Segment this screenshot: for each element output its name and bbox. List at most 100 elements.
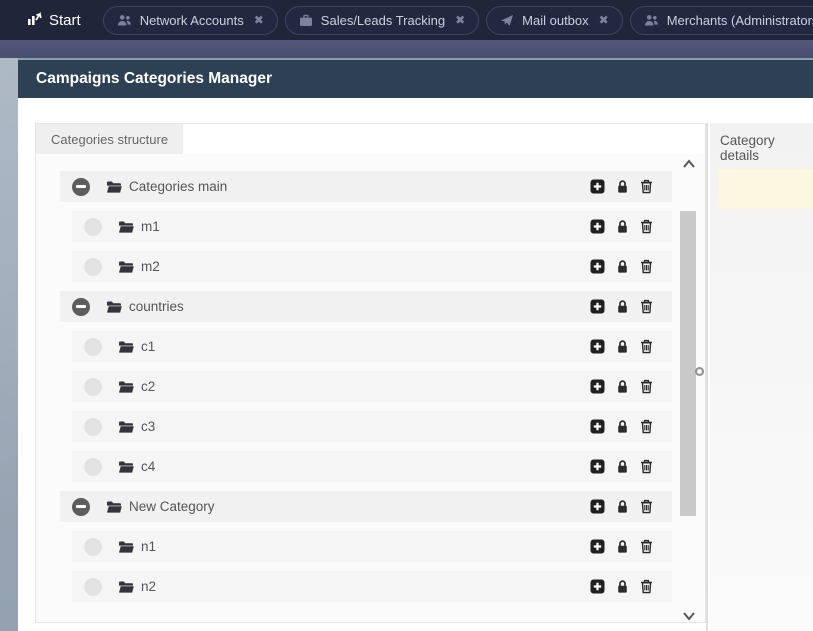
campaigns-categories-window: Campaigns Categories Manager Categories …: [18, 58, 813, 631]
window-body: Categories structure Categories main: [18, 98, 813, 631]
lock-icon[interactable]: [616, 259, 629, 274]
taskbar-tab-label: Network Accounts: [140, 13, 244, 28]
row-actions: [590, 219, 672, 234]
window-title: Campaigns Categories Manager: [36, 70, 272, 88]
add-subcategory-icon[interactable]: [590, 219, 605, 234]
tree-row: c3: [72, 411, 672, 442]
add-subcategory-icon[interactable]: [590, 579, 605, 594]
delete-icon[interactable]: [640, 379, 653, 394]
taskbar-tab[interactable]: Merchants (Administrators)✖: [630, 6, 813, 35]
folder-icon: [106, 180, 122, 194]
row-actions: [590, 379, 672, 394]
users-icon: [644, 14, 659, 27]
add-subcategory-icon[interactable]: [590, 419, 605, 434]
category-label[interactable]: m1: [141, 219, 160, 234]
lock-icon[interactable]: [616, 299, 629, 314]
tree-row: n2: [72, 571, 672, 602]
delete-icon[interactable]: [640, 419, 653, 434]
taskbar-tab[interactable]: Sales/Leads Tracking ✖: [285, 6, 479, 35]
delete-icon[interactable]: [640, 339, 653, 354]
tree-row: New Category: [60, 491, 672, 522]
category-label[interactable]: New Category: [129, 499, 215, 514]
scrollbar-up-icon[interactable]: [682, 156, 696, 166]
close-icon[interactable]: ✖: [254, 13, 264, 27]
category-label[interactable]: Categories main: [129, 179, 227, 194]
folder-icon: [106, 300, 122, 314]
category-label[interactable]: n1: [141, 539, 156, 554]
collapse-toggle[interactable]: [72, 298, 90, 316]
add-subcategory-icon[interactable]: [590, 459, 605, 474]
category-label[interactable]: c1: [141, 339, 155, 354]
taskbar-tab-label: Merchants (Administrators): [667, 13, 813, 28]
category-details-title: Category details: [710, 123, 813, 163]
row-actions: [590, 299, 672, 314]
category-label[interactable]: c3: [141, 419, 155, 434]
category-label[interactable]: m2: [141, 259, 160, 274]
leaf-placeholder-icon: [84, 338, 102, 356]
lock-icon[interactable]: [616, 179, 629, 194]
category-label[interactable]: countries: [129, 299, 184, 314]
close-icon[interactable]: ✖: [599, 13, 609, 27]
add-subcategory-icon[interactable]: [590, 259, 605, 274]
delete-icon[interactable]: [640, 259, 653, 274]
lock-icon[interactable]: [616, 499, 629, 514]
delete-icon[interactable]: [640, 459, 653, 474]
category-details-placeholder: [719, 169, 813, 209]
folder-icon: [118, 260, 134, 274]
start-label: Start: [49, 12, 81, 29]
categories-tree: Categories main: [36, 154, 705, 622]
collapse-toggle[interactable]: [72, 498, 90, 516]
start-button[interactable]: Start: [27, 11, 81, 30]
add-subcategory-icon[interactable]: [590, 379, 605, 394]
collapse-toggle[interactable]: [72, 178, 90, 196]
category-label[interactable]: c4: [141, 459, 155, 474]
scrollbar-down-icon[interactable]: [682, 608, 696, 618]
taskbar-tab[interactable]: Network Accounts ✖: [103, 6, 278, 35]
category-label[interactable]: c2: [141, 379, 155, 394]
lock-icon[interactable]: [616, 419, 629, 434]
lock-icon[interactable]: [616, 379, 629, 394]
lock-icon[interactable]: [616, 219, 629, 234]
add-subcategory-icon[interactable]: [590, 179, 605, 194]
delete-icon[interactable]: [640, 539, 653, 554]
folder-icon: [106, 500, 122, 514]
window-header[interactable]: Campaigns Categories Manager: [18, 60, 813, 98]
lock-icon[interactable]: [616, 579, 629, 594]
add-subcategory-icon[interactable]: [590, 339, 605, 354]
row-actions: [590, 259, 672, 274]
tree-row: m1: [72, 211, 672, 242]
row-actions: [590, 499, 672, 514]
lock-icon[interactable]: [616, 539, 629, 554]
tab-categories-structure[interactable]: Categories structure: [36, 124, 183, 154]
folder-icon: [118, 420, 134, 434]
scrollbar-thumb[interactable]: [680, 211, 696, 516]
start-chart-icon: [27, 11, 42, 30]
category-label[interactable]: n2: [141, 579, 156, 594]
tree-row: countries: [60, 291, 672, 322]
add-subcategory-icon[interactable]: [590, 299, 605, 314]
lock-icon[interactable]: [616, 339, 629, 354]
add-subcategory-icon[interactable]: [590, 499, 605, 514]
leaf-placeholder-icon: [84, 538, 102, 556]
close-icon[interactable]: ✖: [455, 13, 465, 27]
splitter-handle-icon[interactable]: [695, 367, 704, 376]
leaf-placeholder-icon: [84, 218, 102, 236]
leaf-placeholder-icon: [84, 418, 102, 436]
delete-icon[interactable]: [640, 179, 653, 194]
delete-icon[interactable]: [640, 299, 653, 314]
delete-icon[interactable]: [640, 579, 653, 594]
taskbar-tab[interactable]: Mail outbox✖: [486, 6, 623, 35]
tree-row: c2: [72, 371, 672, 402]
tree-row: c1: [72, 331, 672, 362]
briefcase-icon: [299, 14, 313, 27]
delete-icon[interactable]: [640, 219, 653, 234]
categories-structure-panel: Categories structure Categories main: [35, 123, 706, 623]
folder-icon: [118, 460, 134, 474]
folder-icon: [118, 580, 134, 594]
lock-icon[interactable]: [616, 459, 629, 474]
add-subcategory-icon[interactable]: [590, 539, 605, 554]
category-details-panel: Category details: [710, 123, 813, 631]
taskbar-tab-label: Sales/Leads Tracking: [321, 13, 445, 28]
delete-icon[interactable]: [640, 499, 653, 514]
row-actions: [590, 419, 672, 434]
